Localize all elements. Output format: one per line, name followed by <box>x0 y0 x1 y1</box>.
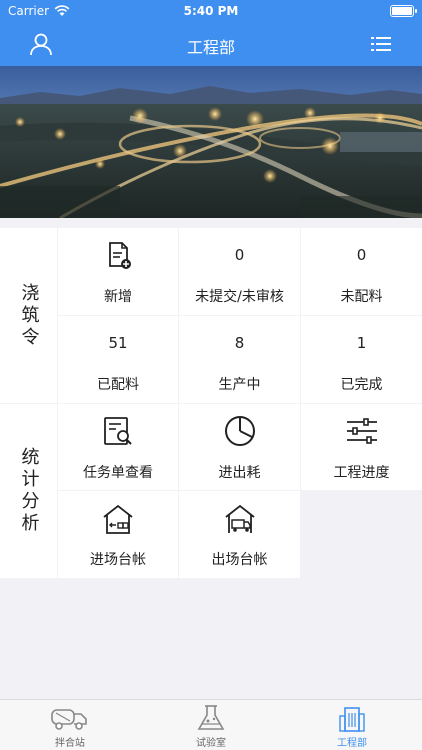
progress-button[interactable]: 工程进度 <box>301 404 422 490</box>
warehouse-in-icon <box>103 504 133 534</box>
banner-image <box>0 66 422 218</box>
pour-order-label: 浇筑令 <box>18 282 40 349</box>
cell-label: 任务单查看 <box>83 465 153 481</box>
new-document-icon <box>109 242 131 269</box>
list-icon <box>371 37 391 51</box>
battery-icon <box>390 5 417 17</box>
cell-label: 已完成 <box>340 377 383 393</box>
cell-count: 8 <box>234 334 245 352</box>
building-icon <box>339 707 365 732</box>
nav-bar: 工程部 <box>0 22 422 66</box>
menu-button[interactable] <box>370 34 392 54</box>
tab-label: 拌合站 <box>55 738 85 749</box>
in-production-cell[interactable]: 8 生产中 <box>179 316 300 403</box>
statistics-label-box: 统计分析 <box>0 404 57 578</box>
unsubmitted-cell[interactable]: 0 未提交/未审核 <box>179 228 300 315</box>
tab-bar: 拌合站 试验室 工程部 <box>0 699 422 750</box>
cell-label: 工程进度 <box>333 465 390 481</box>
statistics-label: 统计分析 <box>18 447 40 535</box>
cell-label: 生产中 <box>218 377 261 393</box>
status-time: 5:40 PM <box>183 4 239 18</box>
cell-label: 未提交/未审核 <box>195 289 284 305</box>
cell-label: 已配料 <box>97 377 139 393</box>
page-title: 工程部 <box>186 38 235 57</box>
task-search-icon <box>104 417 132 445</box>
cell-label: 进场台帐 <box>90 552 146 568</box>
highway-night-photo <box>0 66 422 218</box>
task-view-button[interactable]: 任务单查看 <box>58 404 178 490</box>
cell-count: 0 <box>234 246 245 264</box>
sliders-icon <box>346 418 377 444</box>
cell-count: 0 <box>356 246 367 264</box>
tab-label: 工程部 <box>337 738 367 749</box>
mixer-truck-icon <box>51 709 87 730</box>
tab-label: 试验室 <box>196 738 226 749</box>
tab-mixing-station[interactable]: 拌合站 <box>0 704 140 749</box>
tab-engineering[interactable]: 工程部 <box>282 704 422 749</box>
cell-label: 新增 <box>104 289 132 305</box>
cell-label: 出场台帐 <box>211 552 268 568</box>
outbound-ledger-button[interactable]: 出场台帐 <box>179 491 300 578</box>
pour-order-label-box: 浇筑令 <box>0 228 57 403</box>
not-batched-cell[interactable]: 0 未配料 <box>301 228 422 315</box>
completed-cell[interactable]: 1 已完成 <box>301 316 422 403</box>
cell-label: 未配料 <box>340 289 383 305</box>
new-order-button[interactable]: 新增 <box>58 228 178 315</box>
cell-count: 51 <box>108 334 128 352</box>
truck-out-icon <box>224 504 255 533</box>
pie-chart-icon <box>224 416 255 446</box>
batched-cell[interactable]: 51 已配料 <box>58 316 178 403</box>
status-bar: Carrier 5:40 PM <box>0 0 422 22</box>
flask-icon <box>197 705 225 730</box>
inbound-ledger-button[interactable]: 进场台帐 <box>58 491 178 578</box>
pour-order-section: 浇筑令 新增 0 未提交/未审核 0 未配料 51 已配料 8 生产中 1 已完… <box>0 228 422 403</box>
tab-laboratory[interactable]: 试验室 <box>141 704 281 749</box>
top-bar: Carrier 5:40 PM 工程部 <box>0 0 422 66</box>
statistics-section: 统计分析 任务单查看 进出耗 工程进度 进场台帐 出场台帐 <box>0 404 422 578</box>
consumption-button[interactable]: 进出耗 <box>179 404 300 490</box>
cell-label: 进出耗 <box>218 465 261 481</box>
cell-count: 1 <box>356 334 367 352</box>
